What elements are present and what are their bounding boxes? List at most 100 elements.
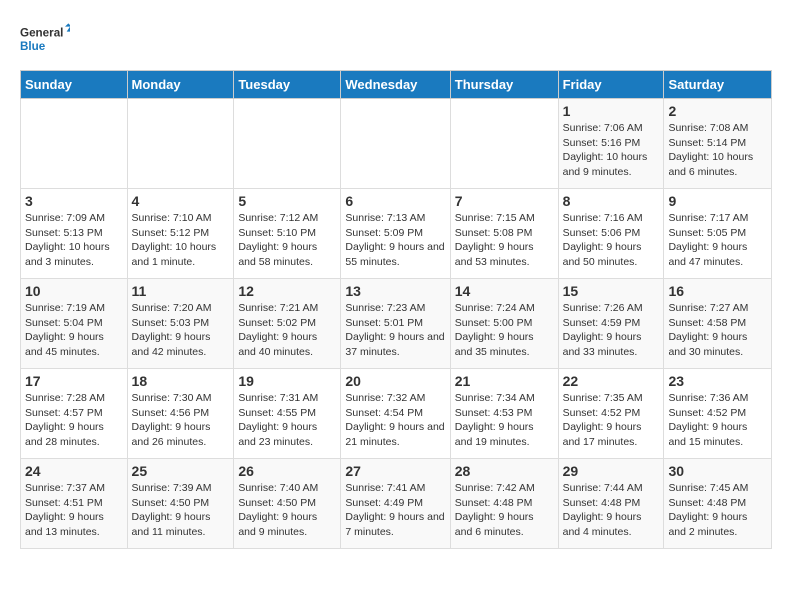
header: General Blue bbox=[20, 20, 772, 60]
weekday-header-monday: Monday bbox=[127, 71, 234, 99]
calendar-week-1: 1 Sunrise: 7:06 AM Sunset: 5:16 PM Daylig… bbox=[21, 99, 772, 189]
day-info: Sunrise: 7:28 AM Sunset: 4:57 PM Dayligh… bbox=[25, 391, 123, 450]
day-info: Sunrise: 7:06 AM Sunset: 5:16 PM Dayligh… bbox=[563, 121, 660, 180]
calendar-cell: 17 Sunrise: 7:28 AM Sunset: 4:57 PM Dayli… bbox=[21, 369, 128, 459]
day-number: 6 bbox=[345, 193, 445, 209]
day-number: 21 bbox=[455, 373, 554, 389]
calendar-week-5: 24 Sunrise: 7:37 AM Sunset: 4:51 PM Dayli… bbox=[21, 459, 772, 549]
svg-text:General: General bbox=[20, 27, 63, 40]
calendar-cell: 19 Sunrise: 7:31 AM Sunset: 4:55 PM Dayli… bbox=[234, 369, 341, 459]
calendar-table: SundayMondayTuesdayWednesdayThursdayFrid… bbox=[20, 70, 772, 549]
calendar-cell: 26Sunrise: 7:40 AM Sunset: 4:50 PM Dayli… bbox=[234, 459, 341, 549]
calendar-cell: 10Sunrise: 7:19 AM Sunset: 5:04 PM Dayli… bbox=[21, 279, 128, 369]
calendar-cell: 23Sunrise: 7:36 AM Sunset: 4:52 PM Dayli… bbox=[664, 369, 772, 459]
day-info: Sunrise: 7:32 AM Sunset: 4:54 PM Dayligh… bbox=[345, 391, 445, 450]
logo-svg: General Blue bbox=[20, 20, 70, 60]
calendar-cell: 24 Sunrise: 7:37 AM Sunset: 4:51 PM Dayli… bbox=[21, 459, 128, 549]
day-info: Sunrise: 7:17 AM Sunset: 5:05 PM Dayligh… bbox=[668, 211, 767, 270]
calendar-week-4: 17 Sunrise: 7:28 AM Sunset: 4:57 PM Dayli… bbox=[21, 369, 772, 459]
calendar-body: 1 Sunrise: 7:06 AM Sunset: 5:16 PM Daylig… bbox=[21, 99, 772, 549]
day-number: 30 bbox=[668, 463, 767, 479]
weekday-header-thursday: Thursday bbox=[450, 71, 558, 99]
calendar-cell: 8 Sunrise: 7:16 AM Sunset: 5:06 PM Daylig… bbox=[558, 189, 664, 279]
day-number: 27 bbox=[345, 463, 445, 479]
calendar-cell: 16 Sunrise: 7:27 AM Sunset: 4:58 PM Dayli… bbox=[664, 279, 772, 369]
day-number: 25 bbox=[132, 463, 230, 479]
day-number: 3 bbox=[25, 193, 123, 209]
calendar-cell bbox=[21, 99, 128, 189]
calendar-cell: 9 Sunrise: 7:17 AM Sunset: 5:05 PM Daylig… bbox=[664, 189, 772, 279]
calendar-cell: 7Sunrise: 7:15 AM Sunset: 5:08 PM Daylig… bbox=[450, 189, 558, 279]
day-number: 1 bbox=[563, 103, 660, 119]
calendar-cell: 5 Sunrise: 7:12 AM Sunset: 5:10 PM Daylig… bbox=[234, 189, 341, 279]
day-info: Sunrise: 7:35 AM Sunset: 4:52 PM Dayligh… bbox=[563, 391, 660, 450]
logo: General Blue bbox=[20, 20, 70, 60]
day-info: Sunrise: 7:40 AM Sunset: 4:50 PM Dayligh… bbox=[238, 481, 336, 540]
calendar-cell: 22 Sunrise: 7:35 AM Sunset: 4:52 PM Dayli… bbox=[558, 369, 664, 459]
day-info: Sunrise: 7:09 AM Sunset: 5:13 PM Dayligh… bbox=[25, 211, 123, 270]
day-number: 19 bbox=[238, 373, 336, 389]
day-number: 29 bbox=[563, 463, 660, 479]
day-info: Sunrise: 7:42 AM Sunset: 4:48 PM Dayligh… bbox=[455, 481, 554, 540]
day-info: Sunrise: 7:39 AM Sunset: 4:50 PM Dayligh… bbox=[132, 481, 230, 540]
weekday-header-sunday: Sunday bbox=[21, 71, 128, 99]
day-number: 16 bbox=[668, 283, 767, 299]
weekday-header-saturday: Saturday bbox=[664, 71, 772, 99]
day-info: Sunrise: 7:27 AM Sunset: 4:58 PM Dayligh… bbox=[668, 301, 767, 360]
weekday-header-friday: Friday bbox=[558, 71, 664, 99]
day-number: 24 bbox=[25, 463, 123, 479]
day-number: 4 bbox=[132, 193, 230, 209]
day-info: Sunrise: 7:16 AM Sunset: 5:06 PM Dayligh… bbox=[563, 211, 660, 270]
day-info: Sunrise: 7:08 AM Sunset: 5:14 PM Dayligh… bbox=[668, 121, 767, 180]
day-number: 8 bbox=[563, 193, 660, 209]
calendar-cell bbox=[127, 99, 234, 189]
day-info: Sunrise: 7:15 AM Sunset: 5:08 PM Dayligh… bbox=[455, 211, 554, 270]
calendar-cell: 6 Sunrise: 7:13 AM Sunset: 5:09 PM Daylig… bbox=[341, 189, 450, 279]
day-number: 17 bbox=[25, 373, 123, 389]
day-info: Sunrise: 7:23 AM Sunset: 5:01 PM Dayligh… bbox=[345, 301, 445, 360]
day-info: Sunrise: 7:10 AM Sunset: 5:12 PM Dayligh… bbox=[132, 211, 230, 270]
day-number: 14 bbox=[455, 283, 554, 299]
svg-text:Blue: Blue bbox=[20, 40, 46, 53]
day-info: Sunrise: 7:36 AM Sunset: 4:52 PM Dayligh… bbox=[668, 391, 767, 450]
day-info: Sunrise: 7:12 AM Sunset: 5:10 PM Dayligh… bbox=[238, 211, 336, 270]
day-number: 13 bbox=[345, 283, 445, 299]
day-number: 11 bbox=[132, 283, 230, 299]
day-info: Sunrise: 7:31 AM Sunset: 4:55 PM Dayligh… bbox=[238, 391, 336, 450]
day-info: Sunrise: 7:24 AM Sunset: 5:00 PM Dayligh… bbox=[455, 301, 554, 360]
day-number: 22 bbox=[563, 373, 660, 389]
calendar-cell: 4 Sunrise: 7:10 AM Sunset: 5:12 PM Daylig… bbox=[127, 189, 234, 279]
calendar-cell: 14 Sunrise: 7:24 AM Sunset: 5:00 PM Dayli… bbox=[450, 279, 558, 369]
calendar-cell bbox=[341, 99, 450, 189]
calendar-cell: 25 Sunrise: 7:39 AM Sunset: 4:50 PM Dayli… bbox=[127, 459, 234, 549]
calendar-cell: 13 Sunrise: 7:23 AM Sunset: 5:01 PM Dayli… bbox=[341, 279, 450, 369]
day-info: Sunrise: 7:37 AM Sunset: 4:51 PM Dayligh… bbox=[25, 481, 123, 540]
calendar-cell: 28Sunrise: 7:42 AM Sunset: 4:48 PM Dayli… bbox=[450, 459, 558, 549]
day-info: Sunrise: 7:21 AM Sunset: 5:02 PM Dayligh… bbox=[238, 301, 336, 360]
calendar-cell: 29 Sunrise: 7:44 AM Sunset: 4:48 PM Dayli… bbox=[558, 459, 664, 549]
day-info: Sunrise: 7:44 AM Sunset: 4:48 PM Dayligh… bbox=[563, 481, 660, 540]
weekday-header-row: SundayMondayTuesdayWednesdayThursdayFrid… bbox=[21, 71, 772, 99]
calendar-cell: 15 Sunrise: 7:26 AM Sunset: 4:59 PM Dayli… bbox=[558, 279, 664, 369]
calendar-cell bbox=[234, 99, 341, 189]
day-info: Sunrise: 7:45 AM Sunset: 4:48 PM Dayligh… bbox=[668, 481, 767, 540]
day-number: 10 bbox=[25, 283, 123, 299]
calendar-cell: 12 Sunrise: 7:21 AM Sunset: 5:02 PM Dayli… bbox=[234, 279, 341, 369]
day-number: 5 bbox=[238, 193, 336, 209]
calendar-cell: 21 Sunrise: 7:34 AM Sunset: 4:53 PM Dayli… bbox=[450, 369, 558, 459]
calendar-cell bbox=[450, 99, 558, 189]
day-info: Sunrise: 7:26 AM Sunset: 4:59 PM Dayligh… bbox=[563, 301, 660, 360]
day-info: Sunrise: 7:30 AM Sunset: 4:56 PM Dayligh… bbox=[132, 391, 230, 450]
day-number: 18 bbox=[132, 373, 230, 389]
day-number: 15 bbox=[563, 283, 660, 299]
calendar-week-3: 10Sunrise: 7:19 AM Sunset: 5:04 PM Dayli… bbox=[21, 279, 772, 369]
calendar-cell: 1 Sunrise: 7:06 AM Sunset: 5:16 PM Daylig… bbox=[558, 99, 664, 189]
calendar-cell: 3 Sunrise: 7:09 AM Sunset: 5:13 PM Daylig… bbox=[21, 189, 128, 279]
day-number: 12 bbox=[238, 283, 336, 299]
calendar-cell: 18 Sunrise: 7:30 AM Sunset: 4:56 PM Dayli… bbox=[127, 369, 234, 459]
day-info: Sunrise: 7:34 AM Sunset: 4:53 PM Dayligh… bbox=[455, 391, 554, 450]
weekday-header-wednesday: Wednesday bbox=[341, 71, 450, 99]
day-info: Sunrise: 7:13 AM Sunset: 5:09 PM Dayligh… bbox=[345, 211, 445, 270]
day-number: 20 bbox=[345, 373, 445, 389]
day-number: 9 bbox=[668, 193, 767, 209]
